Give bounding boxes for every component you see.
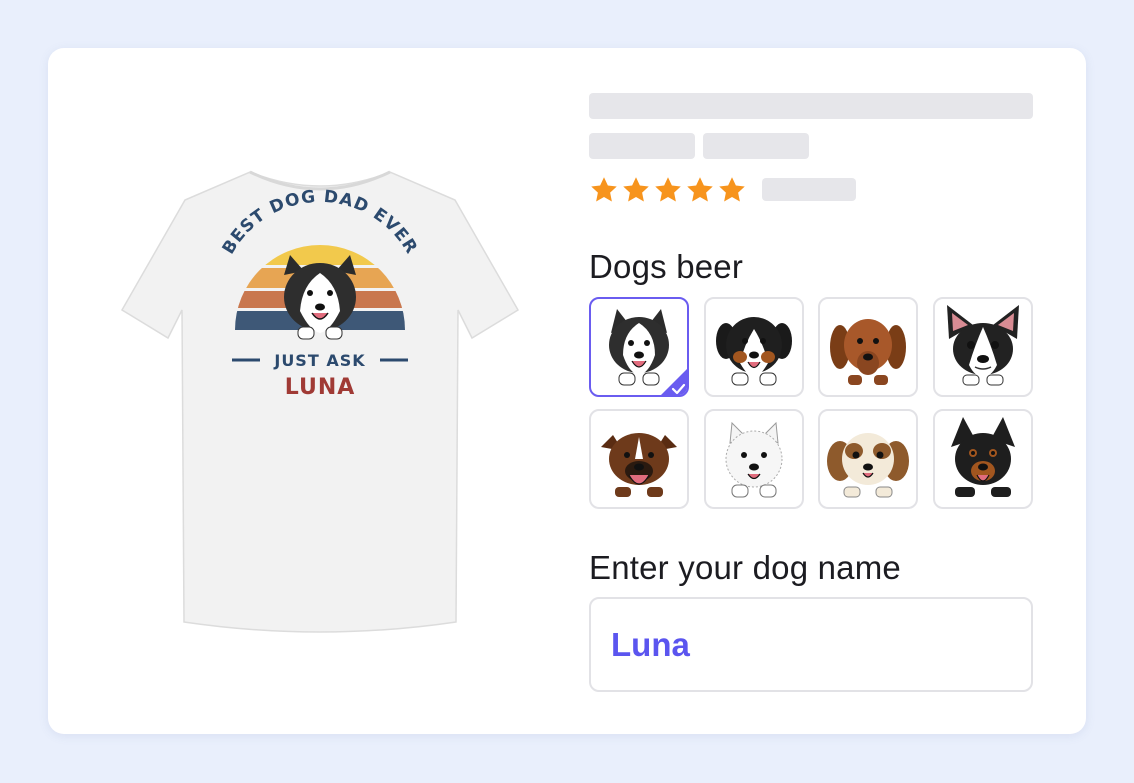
boston-terrier-icon — [946, 305, 1019, 386]
dog-name-input[interactable] — [589, 597, 1033, 692]
star-icon — [623, 177, 649, 202]
check-icon — [661, 369, 687, 395]
bernese-icon — [715, 317, 792, 386]
breed-option-husky[interactable] — [589, 297, 689, 397]
boxer-icon — [601, 433, 677, 497]
shirt-subtitle: JUST ASK — [273, 351, 365, 370]
breed-label: Dogs beer — [589, 248, 744, 285]
tshirt-image: BEST DOG DAD EVER JUST ASK LUNA — [120, 170, 520, 633]
star-icon — [591, 177, 617, 202]
breed-option-boxer[interactable] — [589, 409, 689, 509]
breed-option-shih-tzu[interactable] — [818, 409, 919, 509]
price-placeholder — [589, 133, 695, 159]
star-icon — [719, 177, 745, 202]
star-icon — [687, 177, 713, 202]
breed-option-boston-terrier[interactable] — [932, 297, 1033, 397]
review-count-placeholder — [762, 178, 856, 201]
breed-option-rottweiler[interactable] — [932, 409, 1033, 509]
dachshund-icon — [830, 319, 907, 385]
breed-selector — [589, 297, 1033, 510]
shih-tzu-icon — [827, 433, 910, 498]
dog-name-label: Enter your dog name — [589, 549, 901, 586]
title-placeholder — [589, 93, 1033, 119]
westie-icon — [725, 421, 783, 498]
breed-option-westie[interactable] — [703, 409, 804, 509]
breed-option-dachshund[interactable] — [818, 297, 919, 397]
rottweiler-icon — [950, 417, 1015, 497]
shirt-dog-name: LUNA — [285, 375, 356, 400]
rating-stars — [589, 175, 747, 205]
old-price-placeholder — [703, 133, 809, 159]
breed-option-bernese[interactable] — [703, 297, 804, 397]
star-icon — [655, 177, 681, 202]
tshirt-preview: BEST DOG DAD EVER JUST ASK LUNA — [120, 160, 520, 650]
